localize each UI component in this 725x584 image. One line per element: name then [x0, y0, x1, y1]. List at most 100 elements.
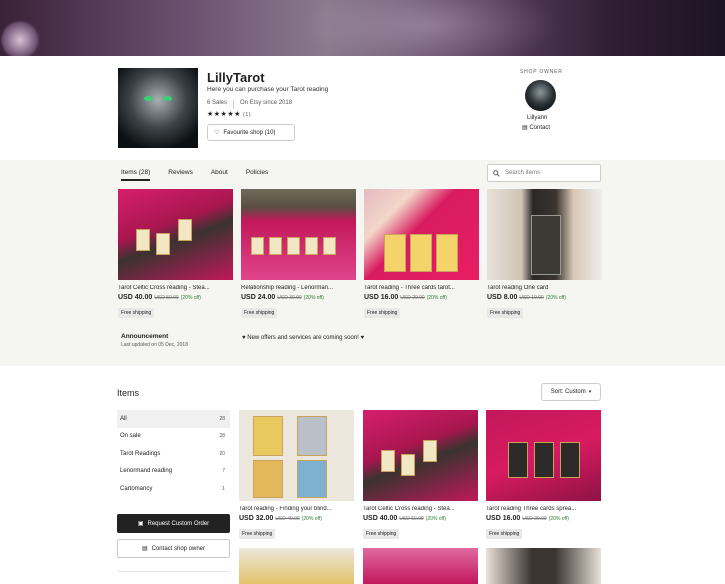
- listing-price: USD 40.00: [118, 294, 153, 301]
- stats-divider: [233, 100, 235, 109]
- listing-card[interactable]: Tarot reading - Finding your blind... US…: [239, 410, 354, 540]
- message-icon: ▤: [522, 125, 528, 131]
- message-icon: ▤: [141, 546, 148, 552]
- category-item-cartomancy[interactable]: Cartomancy 1: [117, 480, 230, 498]
- banner-glow: [300, 0, 560, 56]
- shop-banner: [0, 0, 725, 56]
- listing-price-row: USD 8.00 USD 10.00 (20% off): [487, 294, 602, 301]
- search-placeholder: Search items: [505, 170, 541, 176]
- listing-discount: (20% off): [545, 295, 567, 301]
- listing-card[interactable]: Tarot Celtic Cross reading - Stea... USD…: [363, 410, 478, 540]
- listing-title[interactable]: Relationship reading - Lenorman...: [241, 285, 356, 291]
- listing-title[interactable]: Tarot reading - Finding your blind...: [239, 506, 354, 512]
- logo-eye-left: [144, 96, 153, 101]
- listing-old-price: USD 30.00: [277, 295, 302, 301]
- listing-photo[interactable]: [118, 189, 233, 280]
- review-count: (1): [242, 112, 252, 118]
- shop-name: LillyTarot: [207, 70, 265, 85]
- listing-price-row: USD 40.00 USD 50.00 (20% off): [363, 515, 478, 522]
- listing-title[interactable]: Tarot reading One card: [487, 285, 602, 291]
- listing-price: USD 40.00: [363, 515, 398, 522]
- free-shipping-badge: Free shipping: [364, 308, 401, 318]
- category-item-all[interactable]: All 28: [117, 410, 230, 428]
- free-shipping-badge: Free shipping: [241, 308, 278, 318]
- listing-discount: (20% off): [303, 295, 324, 301]
- sort-dropdown[interactable]: Sort: Custom ▾: [541, 383, 601, 401]
- category-label: On sale: [120, 433, 141, 440]
- favourite-shop-button[interactable]: ♡ Favourite shop (10): [207, 124, 295, 141]
- listing-price-row: USD 16.00 USD 20.00 (20% off): [364, 294, 479, 301]
- free-shipping-badge: Free shipping: [239, 529, 276, 539]
- category-count: 28: [219, 433, 225, 440]
- category-label: Tarot Readings: [120, 450, 161, 457]
- listing-card[interactable]: [239, 548, 354, 584]
- request-custom-order-button[interactable]: ▣ Request Custom Order: [117, 514, 230, 533]
- category-label: Lenormand reading: [120, 468, 173, 475]
- tab-about[interactable]: About: [211, 169, 228, 181]
- contact-label: Contact: [529, 125, 551, 131]
- listing-photo[interactable]: [239, 548, 354, 584]
- tab-policies[interactable]: Policies: [246, 169, 268, 181]
- contact-owner-label: Contact shop owner: [151, 545, 206, 552]
- listing-photo[interactable]: [363, 548, 478, 584]
- shop-since: On Etsy since 2018: [240, 100, 293, 106]
- listing-title[interactable]: Tarot Celtic Cross reading - Stea...: [118, 285, 233, 291]
- search-items-input[interactable]: Search items: [487, 164, 601, 182]
- featured-listing[interactable]: Relationship reading - Lenorman... USD 2…: [241, 189, 356, 319]
- chevron-down-icon: ▾: [588, 389, 592, 395]
- free-shipping-badge: Free shipping: [363, 529, 400, 539]
- listing-title[interactable]: Tarot reading - Three cards tarot...: [364, 285, 479, 291]
- listing-card[interactable]: [486, 548, 601, 584]
- category-count: 28: [219, 415, 225, 422]
- listing-photo[interactable]: [486, 548, 601, 584]
- favourite-label: Favourite shop (10): [223, 129, 276, 136]
- shop-stats: 6 Sales On Etsy since 2018: [207, 100, 292, 109]
- listing-photo[interactable]: [363, 410, 478, 501]
- listing-old-price: USD 40.00: [275, 516, 300, 522]
- listing-discount: (20% off): [426, 295, 447, 301]
- request-custom-label: Request Custom Order: [147, 520, 210, 527]
- shop-logo[interactable]: [118, 68, 198, 148]
- listing-price-row: USD 32.00 USD 40.00 (20% off): [239, 515, 354, 522]
- logo-eye-right: [163, 96, 172, 101]
- tab-items[interactable]: Items (28): [121, 169, 151, 181]
- listing-old-price: USD 10.00: [519, 295, 544, 301]
- clipboard-icon: ▣: [137, 521, 144, 527]
- category-item-lenormand[interactable]: Lenormand reading 7: [117, 463, 230, 481]
- listing-photo[interactable]: [241, 189, 356, 280]
- tab-reviews[interactable]: Reviews: [168, 169, 193, 181]
- heart-icon: ♡: [214, 130, 220, 136]
- listing-photo[interactable]: [364, 189, 479, 280]
- featured-listing[interactable]: Tarot reading One card USD 8.00 USD 10.0…: [487, 189, 602, 319]
- category-count: 20: [219, 450, 225, 457]
- listing-title[interactable]: Tarot reading Three cards sprea...: [486, 506, 601, 512]
- category-item-on-sale[interactable]: On sale 28: [117, 428, 230, 446]
- listing-title[interactable]: Tarot Celtic Cross reading - Stea...: [363, 506, 478, 512]
- search-icon: [493, 169, 500, 177]
- shop-header: LillyTarot Here you can purchase your Ta…: [0, 56, 725, 160]
- listing-photo[interactable]: [487, 189, 602, 280]
- listing-price: USD 8.00: [487, 294, 518, 301]
- sidebar-divider: [117, 571, 230, 572]
- featured-listing[interactable]: Tarot reading - Three cards tarot... USD…: [364, 189, 479, 319]
- category-item-tarot-readings[interactable]: Tarot Readings 20: [117, 445, 230, 463]
- listing-photo[interactable]: [239, 410, 354, 501]
- listing-card[interactable]: [363, 548, 478, 584]
- sort-label: Sort: Custom: [550, 389, 586, 395]
- listing-discount: (20% off): [180, 295, 201, 301]
- owner-avatar[interactable]: [525, 80, 556, 111]
- star-icon: ★★★★★: [207, 111, 241, 118]
- listing-old-price: USD 50.00: [399, 516, 424, 522]
- listing-card[interactable]: Tarot reading Three cards sprea... USD 1…: [486, 410, 601, 540]
- listing-old-price: USD 50.00: [154, 295, 179, 301]
- listing-price: USD 24.00: [241, 294, 276, 301]
- owner-name[interactable]: Lillyann: [527, 115, 547, 121]
- shop-rating[interactable]: ★★★★★ (1): [207, 110, 251, 118]
- listing-photo[interactable]: [486, 410, 601, 501]
- free-shipping-badge: Free shipping: [486, 529, 523, 539]
- items-heading: Items: [117, 388, 140, 398]
- featured-listing[interactable]: Tarot Celtic Cross reading - Stea... USD…: [118, 189, 233, 319]
- listing-old-price: USD 20.00: [400, 295, 425, 301]
- contact-shop-owner-button[interactable]: ▤ Contact shop owner: [117, 539, 230, 558]
- contact-owner-link[interactable]: ▤ Contact: [522, 124, 550, 131]
